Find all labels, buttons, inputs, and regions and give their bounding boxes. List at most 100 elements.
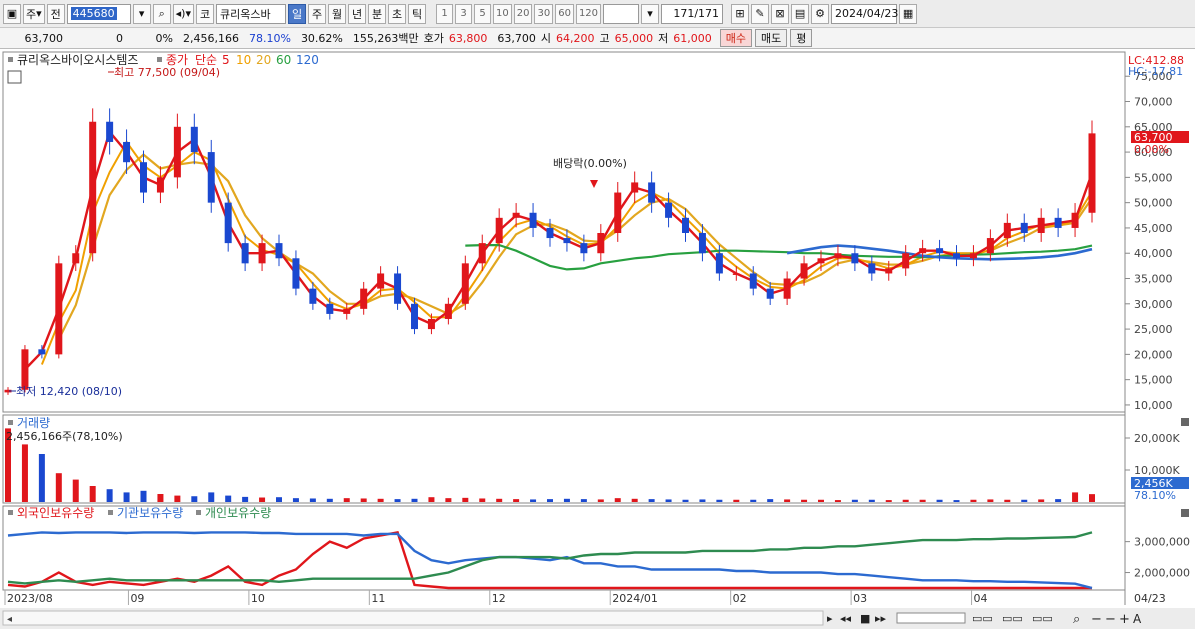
holdings-panel-close-icon[interactable] <box>1181 509 1189 517</box>
interval-20[interactable]: 20 <box>513 3 533 24</box>
candle-body <box>986 238 994 254</box>
crosshair-icon[interactable]: ⊠ <box>771 3 790 24</box>
volume-bar <box>428 497 435 502</box>
custom-interval-dropdown-icon[interactable]: ▾ <box>641 3 660 24</box>
period-tab-week[interactable]: 주 <box>308 3 326 24</box>
gear-icon[interactable]: ⚙ <box>811 3 830 24</box>
volume-panel-close-icon[interactable] <box>1181 418 1189 426</box>
interval-120[interactable]: 120 <box>575 3 602 24</box>
average-button[interactable]: 평 <box>790 29 813 47</box>
sell-button[interactable]: 매도 <box>755 29 788 47</box>
candle-body <box>919 248 927 254</box>
volume-bar <box>1004 499 1011 502</box>
volume-bar <box>1089 494 1095 502</box>
search-icon[interactable]: ⌕ <box>152 3 171 24</box>
volume-bar <box>140 490 147 502</box>
volume-bar <box>987 499 994 502</box>
save-icon[interactable]: ▤ <box>791 3 810 24</box>
stock-name-field[interactable]: 큐리옥스바 <box>216 3 286 24</box>
volume-bar <box>699 499 706 502</box>
legend-marker-icon <box>8 420 13 425</box>
candle-body <box>936 248 944 254</box>
volume-bar <box>580 499 587 502</box>
candle-body <box>309 288 317 304</box>
prev-button[interactable]: 전 <box>46 3 65 24</box>
candle-body <box>21 349 29 390</box>
table-toggle-icon[interactable] <box>7 70 22 84</box>
legend-marker-icon <box>157 57 162 62</box>
candle-body <box>343 308 351 314</box>
candle-body <box>207 152 215 203</box>
period-tab-day[interactable]: 일 <box>288 3 306 24</box>
volume-bar <box>343 498 350 502</box>
market-kind-button[interactable]: 코 <box>196 3 214 24</box>
stop-icon[interactable]: ■ <box>860 612 870 625</box>
volume-bar <box>1038 499 1045 502</box>
scroll-start-icon[interactable]: ◂◂ <box>840 612 852 625</box>
volume-bar <box>953 500 960 502</box>
zoom-out-icon[interactable]: − <box>1091 612 1102 627</box>
code-dropdown-icon[interactable]: ▾ <box>132 3 151 24</box>
scroll-left-icon[interactable]: ◂ <box>7 614 12 625</box>
rate: 30.62% <box>300 31 343 45</box>
grid-settings-icon[interactable]: ⊞ <box>731 3 750 24</box>
period-tab-second[interactable]: 초 <box>388 3 406 24</box>
interval-3[interactable]: 3 <box>455 3 472 24</box>
legend-marker-icon <box>196 510 201 515</box>
layout-grid-icon[interactable]: ▭▭ <box>1032 612 1053 625</box>
candle-body <box>851 253 859 264</box>
zoom-slider[interactable] <box>896 612 966 624</box>
zoom-reset-icon[interactable]: − <box>1105 612 1116 627</box>
candle-body <box>1037 217 1045 233</box>
buy-button[interactable]: 매수 <box>719 29 752 47</box>
volume-bar <box>72 479 79 502</box>
period-tab-minute[interactable]: 분 <box>368 3 386 24</box>
interval-60[interactable]: 60 <box>555 3 574 24</box>
custom-interval-input[interactable] <box>603 3 640 24</box>
price-y-tick-label: 40,000 <box>1134 247 1173 260</box>
display-count-field[interactable]: 171/171 <box>661 3 724 24</box>
interval-1[interactable]: 1 <box>436 3 453 24</box>
volume-bar <box>445 498 452 502</box>
candle-body <box>885 268 893 274</box>
font-size-icon[interactable]: A <box>1133 612 1142 626</box>
volume: 2,456,166 <box>183 31 239 45</box>
volume-bar <box>801 499 808 502</box>
volume-bar <box>292 498 299 502</box>
volume-bar <box>547 499 553 502</box>
period-tab-year[interactable]: 년 <box>348 3 366 24</box>
scroll-right-icon[interactable]: ▸ <box>827 612 833 625</box>
scroll-end-icon[interactable]: ▸▸ <box>875 612 887 625</box>
interval-30[interactable]: 30 <box>534 3 554 24</box>
volume-bar <box>530 499 537 502</box>
candle-body <box>173 126 181 178</box>
zoom-in-icon[interactable]: + <box>1119 612 1130 627</box>
chart-window-icon[interactable]: ▣ <box>3 3 21 24</box>
layout-split-icon[interactable]: ▭▭ <box>1002 612 1023 625</box>
stock-code-input[interactable]: 445680 <box>66 3 131 24</box>
calendar-icon[interactable]: ▦ <box>899 3 918 24</box>
price-y-tick-label: 20,000 <box>1134 348 1173 361</box>
volume-bar <box>496 498 503 502</box>
speaker-icon[interactable]: ◂)▾ <box>172 3 194 24</box>
horizontal-scrollbar[interactable] <box>2 610 824 626</box>
low-label: 저 <box>658 32 669 45</box>
draw-tool-icon[interactable]: ✎ <box>751 3 770 24</box>
candle-body <box>1054 217 1062 228</box>
chart-area[interactable]: 75,00070,00065,00060,00055,00050,00045,0… <box>0 50 1195 629</box>
volume-bar <box>733 499 740 502</box>
legend-ma60: 60 <box>276 53 291 67</box>
date-input[interactable]: 2024/04/23 <box>831 3 898 24</box>
candle-body <box>72 253 80 264</box>
candle-body <box>55 263 63 355</box>
candle-body <box>563 238 571 244</box>
interval-10[interactable]: 10 <box>493 3 512 24</box>
zoom-search-icon[interactable]: ⌕ <box>1073 612 1080 627</box>
interval-5[interactable]: 5 <box>474 3 491 24</box>
period-tab-month[interactable]: 월 <box>328 3 346 24</box>
legend-foreign: 외국인보유수량 <box>17 506 94 520</box>
layout-icon[interactable]: ▭▭ <box>972 612 993 625</box>
market-select[interactable]: 주 ▾ <box>23 3 45 24</box>
x-tick-label: 04 <box>974 592 988 605</box>
period-tab-tick[interactable]: 틱 <box>408 3 426 24</box>
